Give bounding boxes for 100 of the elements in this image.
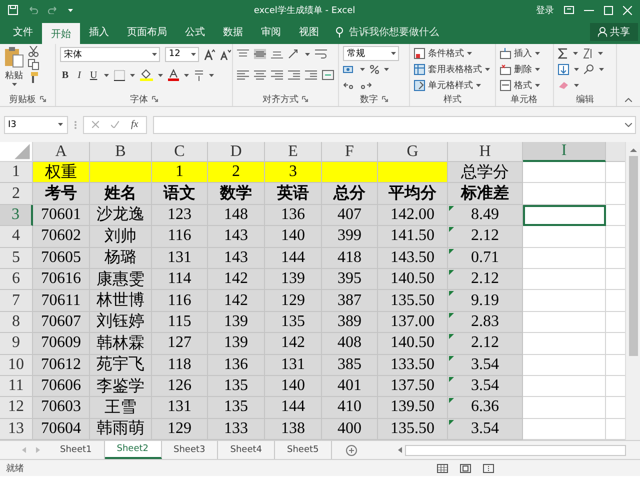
caret-icon[interactable] [158,74,164,76]
scroll-left-icon[interactable] [398,447,402,453]
add-sheet-icon[interactable] [346,444,357,456]
caret-icon[interactable] [384,68,389,72]
dialog-launcher-icon[interactable] [302,96,308,102]
row-header[interactable]: 4 [0,226,33,248]
column-header[interactable]: F [322,142,378,162]
column-header[interactable]: B [90,142,152,162]
insert-function-button[interactable]: fx [131,119,138,130]
bold-button[interactable]: B [60,70,71,80]
italic-button[interactable]: I [76,70,83,80]
maximize-icon[interactable] [604,6,613,14]
ribbon-tab[interactable]: 审阅 [252,20,290,44]
caret-icon[interactable] [534,84,540,86]
grow-font-icon[interactable] [204,48,215,60]
row-header[interactable]: 2 [0,183,33,205]
redo-icon[interactable] [48,6,58,14]
page-layout-icon[interactable] [460,464,471,472]
align-center-icon[interactable] [254,70,266,80]
dialog-launcher-icon[interactable] [382,96,388,102]
caret-icon[interactable] [184,74,190,76]
underline-button[interactable]: U [88,70,100,80]
sort-filter-icon[interactable] [582,48,593,58]
column-header[interactable]: H [448,142,523,162]
row-header[interactable]: 11 [0,376,33,398]
row-header[interactable]: 1 [0,162,33,184]
row-header[interactable]: 10 [0,354,33,376]
column-header[interactable]: E [265,142,322,162]
ribbon-tab[interactable]: 数据 [214,20,252,44]
formula-input[interactable] [153,116,636,134]
check-icon[interactable] [111,121,119,128]
align-middle-icon[interactable] [254,49,266,59]
orientation-icon[interactable] [288,49,300,59]
scissors-icon[interactable] [28,46,39,57]
caret-icon[interactable] [130,74,136,76]
cell-styles-button[interactable]: 单元格样式 [414,78,490,92]
borders-icon[interactable] [114,70,126,80]
row-header[interactable]: 3 [0,204,33,226]
sum-icon[interactable] [558,48,568,58]
sheet-tab[interactable]: Sheet2 [104,441,162,459]
align-top-icon[interactable] [236,49,249,59]
ribbon-tab[interactable]: 公式 [176,20,214,44]
caret-icon[interactable] [534,52,540,54]
format-as-table-button[interactable]: 套用表格格式 [414,62,490,76]
column-header[interactable]: I [523,142,606,162]
undo-icon[interactable] [28,6,38,14]
fill-icon[interactable] [558,64,569,74]
ribbon-tab[interactable]: 插入 [80,20,118,44]
caret-icon[interactable] [574,84,579,86]
tell-me-field[interactable]: 告诉我你想要做什么 [347,26,491,38]
customize-caret-icon[interactable] [68,8,73,12]
increase-decimal-icon[interactable] [342,80,355,90]
save-icon[interactable] [8,5,18,15]
collapse-ribbon-icon[interactable] [625,98,632,102]
caret-icon[interactable] [466,52,472,54]
align-bottom-icon[interactable] [270,49,283,59]
column-header[interactable]: G [378,142,448,162]
caret-icon[interactable] [534,68,540,70]
caret-icon[interactable] [360,68,365,72]
shrink-font-icon[interactable] [220,48,231,60]
caret-icon[interactable] [572,52,578,54]
search-icon[interactable] [584,64,594,74]
column-header[interactable]: C [152,142,208,162]
decrease-indent-icon[interactable] [288,70,300,80]
column-header[interactable]: A [33,142,90,162]
row-header[interactable]: 8 [0,312,33,334]
ribbon-tab[interactable]: 开始 [42,23,80,44]
page-break-icon[interactable] [483,464,494,472]
caret-icon[interactable] [12,83,16,86]
conditional-formatting-button[interactable]: 条件格式 [414,46,490,60]
caret-icon[interactable] [209,74,214,76]
row-header[interactable]: 5 [0,248,33,269]
caret-icon[interactable] [304,52,310,56]
percent-icon[interactable] [370,65,379,74]
expand-icon[interactable] [625,122,632,126]
ribbon-tab[interactable]: 页面布局 [118,20,176,44]
active-cell[interactable] [523,204,606,226]
merge-center-icon[interactable] [322,70,334,80]
row-header[interactable]: 7 [0,290,33,312]
copy-icon[interactable] [28,59,39,70]
caret-icon[interactable] [104,74,110,76]
dialog-launcher-icon[interactable] [40,96,46,102]
delete-cells-button[interactable]: 删除 [500,62,540,76]
row-header[interactable]: 12 [0,397,33,419]
horizontal-scrollbar[interactable] [405,444,626,456]
share-button[interactable]: 共享 [590,23,638,41]
close-icon[interactable] [623,6,632,14]
caret-icon[interactable] [484,68,490,70]
scrollbar-thumb[interactable] [628,156,638,356]
phonetic-icon[interactable] [194,70,204,80]
currency-icon[interactable] [342,65,355,74]
format-cells-button[interactable]: 格式 [500,78,540,92]
decrease-decimal-icon[interactable] [360,80,372,90]
row-header[interactable]: 13 [0,418,33,440]
caret-icon[interactable] [598,68,604,70]
fill-color-icon[interactable] [140,69,154,81]
row-header[interactable]: 9 [0,333,33,355]
caret-icon[interactable] [598,52,603,54]
ribbon-display-icon[interactable] [564,6,574,14]
caret-icon[interactable] [574,68,579,70]
